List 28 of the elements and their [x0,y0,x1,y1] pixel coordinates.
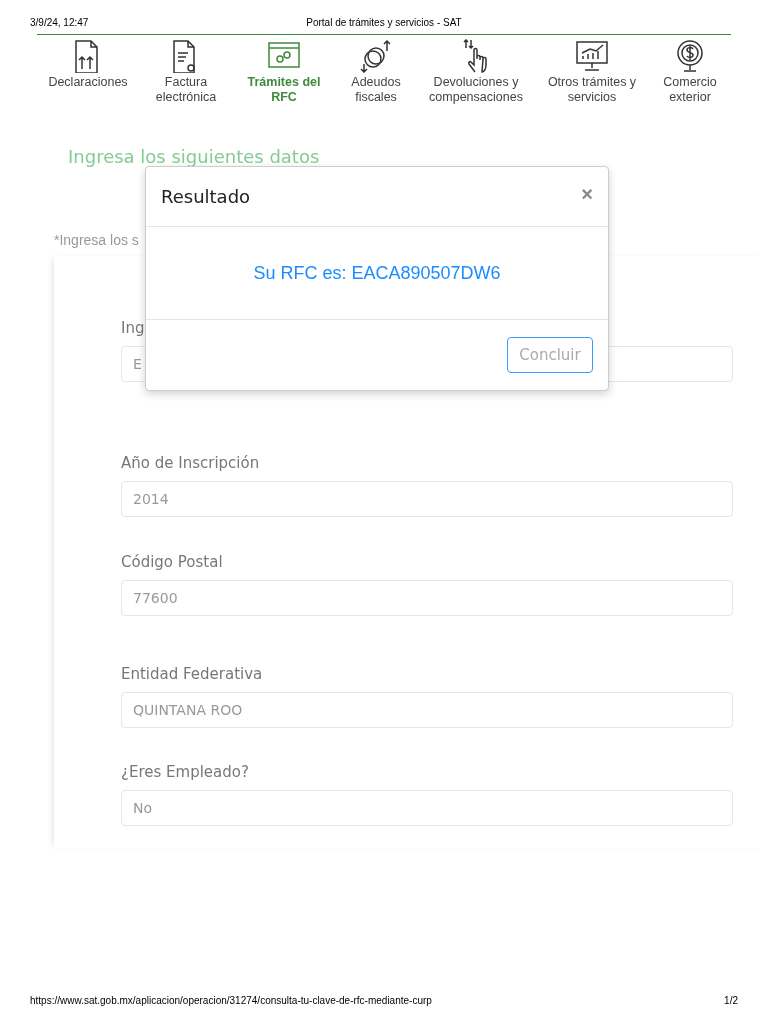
conclude-button[interactable]: Concluir [507,337,593,373]
nav-item[interactable]: Devoluciones y compensaciones [417,35,535,105]
instruction-text: *Ingresa los s [54,232,140,248]
nav-item[interactable]: Otros trámites y servicios [535,35,649,105]
section-heading: Ingresa los siguientes datos [68,146,321,167]
field-label: Ing [121,318,146,338]
input-field[interactable]: No [121,790,733,826]
nav-item[interactable]: Adeudos fiscales [335,35,417,105]
monitor-chart-icon [575,39,609,73]
nav-item[interactable]: Factura electrónica [139,35,233,105]
field-label: Año de Inscripción [121,453,261,473]
close-button[interactable]: × [581,183,593,204]
print-center-text: Portal de trámites y servicios - SAT [306,17,462,28]
field-label: Código Postal [121,552,224,572]
input-field[interactable]: 77600 [121,580,733,616]
print-left-text: 3/9/24, 12:47 [30,17,89,28]
input-field[interactable]: 2014 [121,481,733,517]
nav-item[interactable]: Comercio exterior [649,35,731,105]
dialog-title: Resultado [161,186,251,207]
field-label: ¿Eres Empleado? [121,762,250,782]
print-left-text: https://www.sat.gob.mx/aplicacion/operacion/31274/consulta-tu-clave-de-rfc-mediante-curp [30,995,432,1006]
field-label: Entidad Federativa [121,664,264,684]
result-message: Su RFC es: EACA890507DW6 [253,262,501,284]
nav-item[interactable]: Trámites del RFC [233,35,335,105]
input-field[interactable]: QUINTANA ROO [121,692,733,728]
print-right-text: 1/2 [724,995,738,1006]
coins-arrows-icon [359,39,393,73]
nav-item[interactable]: Declaraciones [37,35,139,105]
